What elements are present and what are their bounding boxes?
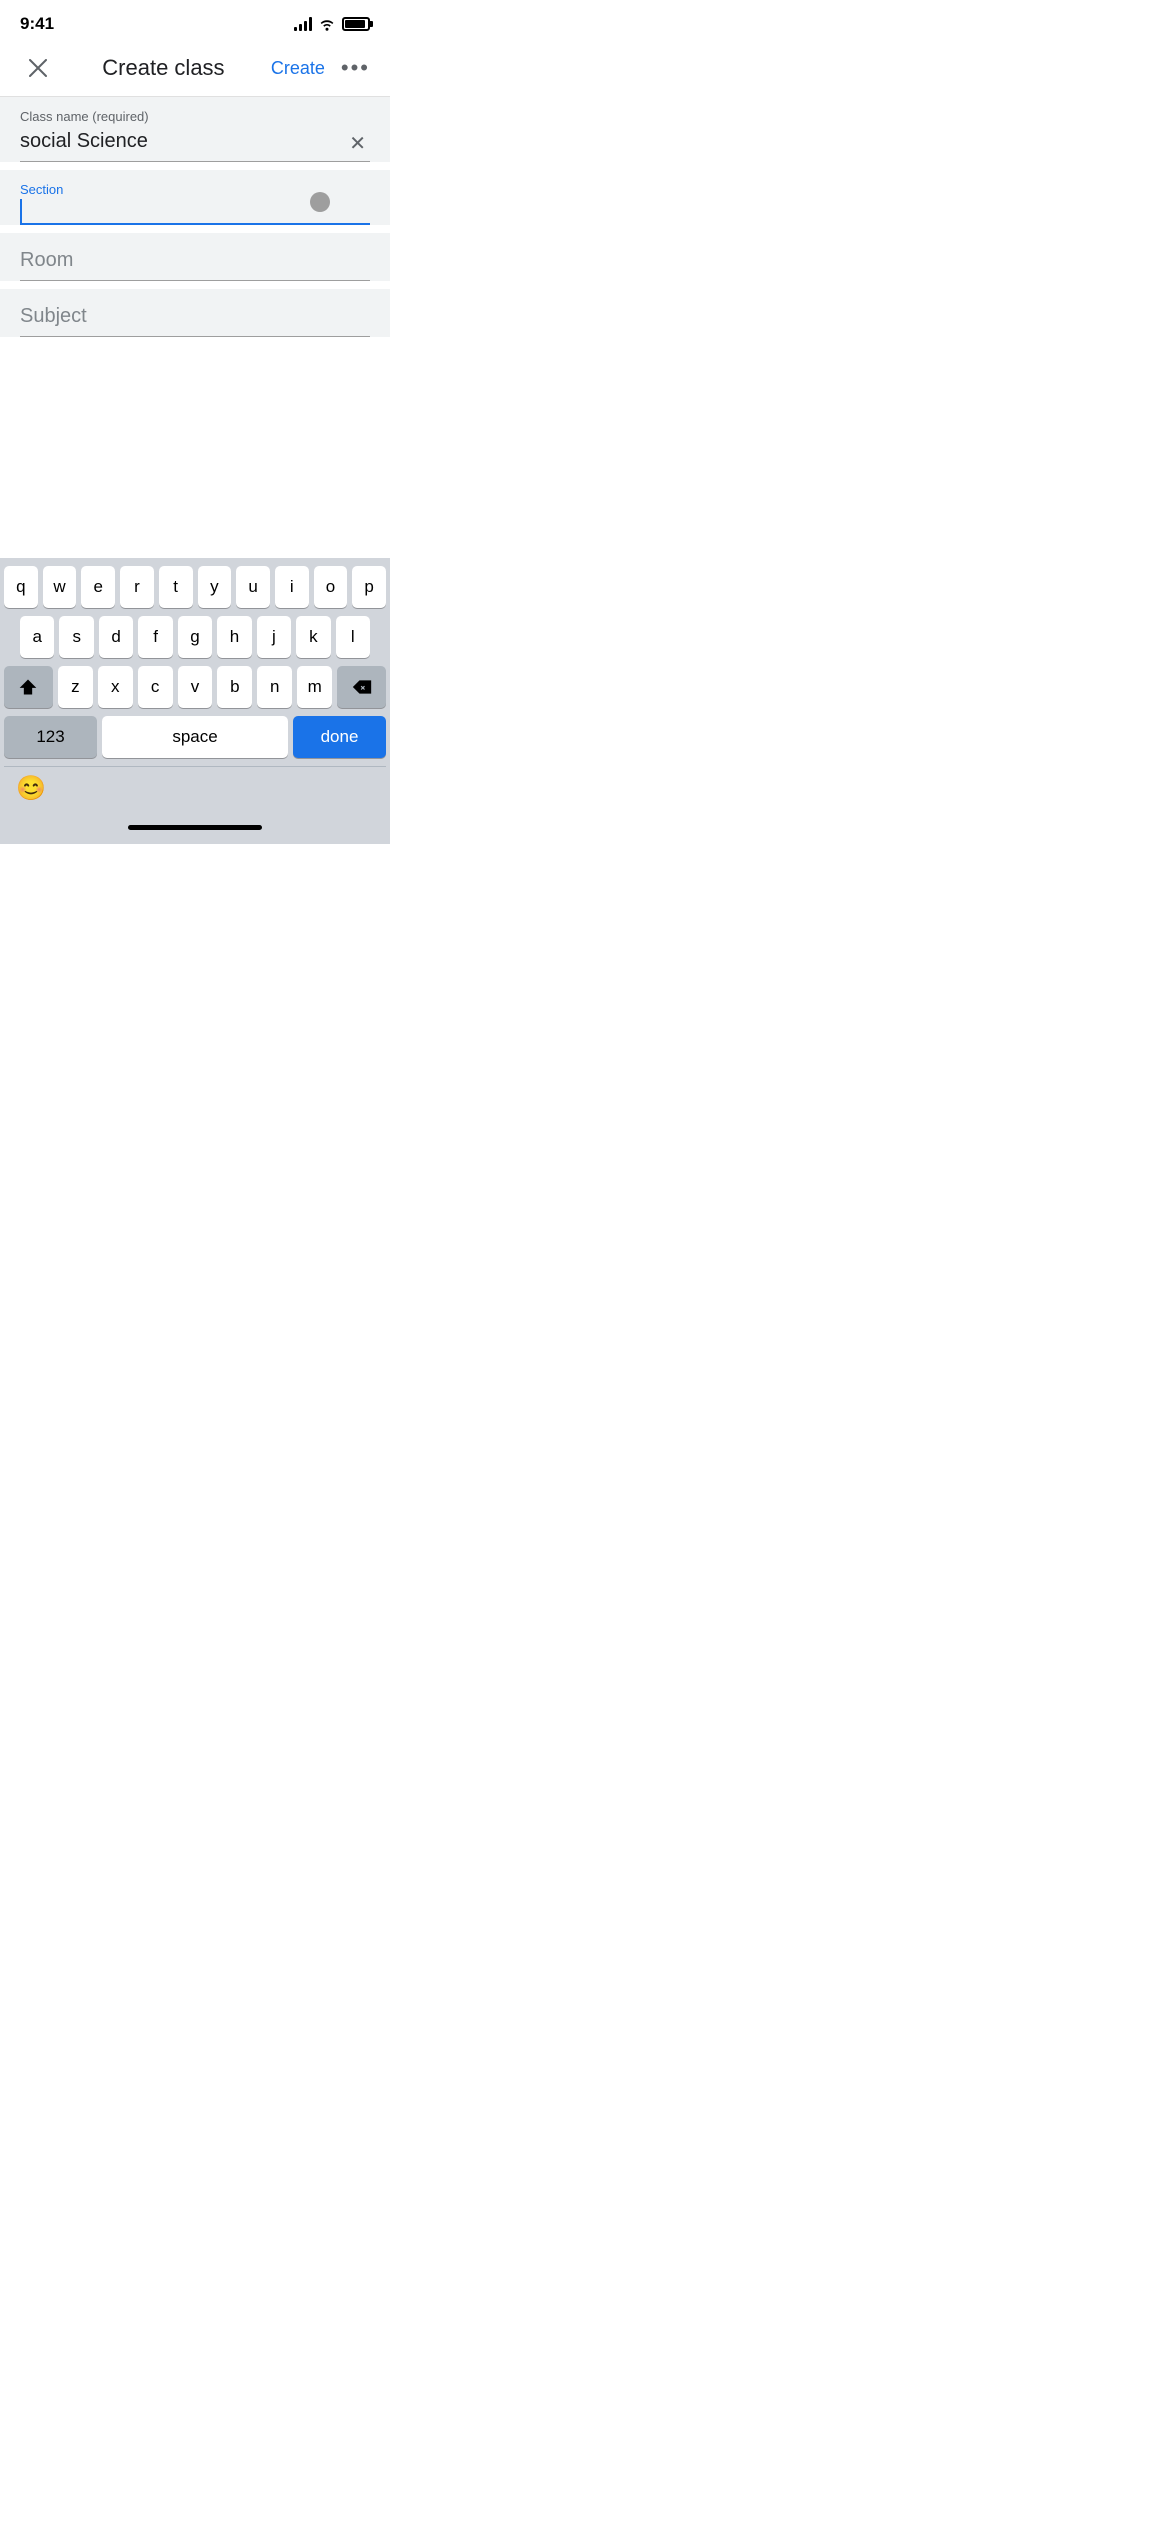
subject-divider bbox=[20, 336, 370, 337]
key-s[interactable]: s bbox=[59, 616, 93, 658]
class-name-clear-button[interactable]: ✕ bbox=[345, 127, 370, 160]
gap-3 bbox=[0, 281, 390, 289]
key-j[interactable]: j bbox=[257, 616, 291, 658]
nav-bar: Create class Create ••• bbox=[0, 40, 390, 97]
section-cursor bbox=[20, 199, 22, 223]
room-placeholder: Room bbox=[20, 245, 73, 280]
create-button[interactable]: Create bbox=[271, 58, 325, 79]
key-m[interactable]: m bbox=[297, 666, 332, 708]
subject-input-row: Subject bbox=[20, 301, 370, 336]
home-indicator bbox=[4, 810, 386, 844]
close-button[interactable] bbox=[20, 50, 56, 86]
subject-field[interactable]: Subject bbox=[0, 289, 390, 337]
form-area: Class name (required) social Science ✕ S… bbox=[0, 97, 390, 337]
room-input-row: Room bbox=[20, 245, 370, 280]
more-button[interactable]: ••• bbox=[341, 55, 370, 81]
room-field[interactable]: Room bbox=[0, 233, 390, 281]
class-name-value: social Science bbox=[20, 126, 345, 161]
keyboard-row-3: z x c v b n m bbox=[4, 666, 386, 708]
keyboard-row-1: q w e r t y u i o p bbox=[4, 566, 386, 608]
subject-placeholder: Subject bbox=[20, 301, 87, 336]
key-f[interactable]: f bbox=[138, 616, 172, 658]
key-shift[interactable] bbox=[4, 666, 53, 708]
key-z[interactable]: z bbox=[58, 666, 93, 708]
signal-icon bbox=[294, 17, 312, 31]
gap-1 bbox=[0, 162, 390, 170]
key-b[interactable]: b bbox=[217, 666, 252, 708]
key-t[interactable]: t bbox=[159, 566, 193, 608]
emoji-bar: 😊 bbox=[4, 766, 386, 810]
key-g[interactable]: g bbox=[178, 616, 212, 658]
status-bar: 9:41 bbox=[0, 0, 390, 40]
key-v[interactable]: v bbox=[178, 666, 213, 708]
emoji-button[interactable]: 😊 bbox=[16, 774, 46, 803]
key-q[interactable]: q bbox=[4, 566, 38, 608]
key-u[interactable]: u bbox=[236, 566, 270, 608]
key-l[interactable]: l bbox=[336, 616, 370, 658]
key-k[interactable]: k bbox=[296, 616, 330, 658]
key-n[interactable]: n bbox=[257, 666, 292, 708]
key-h[interactable]: h bbox=[217, 616, 251, 658]
key-e[interactable]: e bbox=[81, 566, 115, 608]
section-dot bbox=[310, 192, 330, 212]
key-done[interactable]: done bbox=[293, 716, 386, 758]
keyboard-bottom-row: 123 space done bbox=[4, 716, 386, 766]
battery-icon bbox=[342, 17, 370, 31]
key-o[interactable]: o bbox=[314, 566, 348, 608]
key-a[interactable]: a bbox=[20, 616, 54, 658]
key-p[interactable]: p bbox=[352, 566, 386, 608]
wifi-icon bbox=[318, 17, 336, 31]
key-y[interactable]: y bbox=[198, 566, 232, 608]
status-icons bbox=[294, 17, 370, 31]
class-name-input-row: social Science ✕ bbox=[20, 126, 370, 161]
keyboard: q w e r t y u i o p a s d f g h j k l z … bbox=[0, 558, 390, 844]
key-r[interactable]: r bbox=[120, 566, 154, 608]
keyboard-row-2: a s d f g h j k l bbox=[4, 616, 386, 658]
key-i[interactable]: i bbox=[275, 566, 309, 608]
key-d[interactable]: d bbox=[99, 616, 133, 658]
key-backspace[interactable] bbox=[337, 666, 386, 708]
key-w[interactable]: w bbox=[43, 566, 77, 608]
nav-actions: Create ••• bbox=[271, 55, 370, 81]
class-name-label: Class name (required) bbox=[20, 109, 370, 124]
section-divider bbox=[20, 223, 370, 225]
key-c[interactable]: c bbox=[138, 666, 173, 708]
key-numbers[interactable]: 123 bbox=[4, 716, 97, 758]
key-x[interactable]: x bbox=[98, 666, 133, 708]
section-field[interactable]: Section bbox=[0, 170, 390, 225]
gap-2 bbox=[0, 225, 390, 233]
home-bar bbox=[128, 825, 262, 830]
class-name-field[interactable]: Class name (required) social Science ✕ bbox=[0, 97, 390, 162]
key-space[interactable]: space bbox=[102, 716, 288, 758]
room-divider bbox=[20, 280, 370, 281]
page-title: Create class bbox=[102, 55, 224, 81]
class-name-divider bbox=[20, 161, 370, 162]
status-time: 9:41 bbox=[20, 14, 54, 34]
